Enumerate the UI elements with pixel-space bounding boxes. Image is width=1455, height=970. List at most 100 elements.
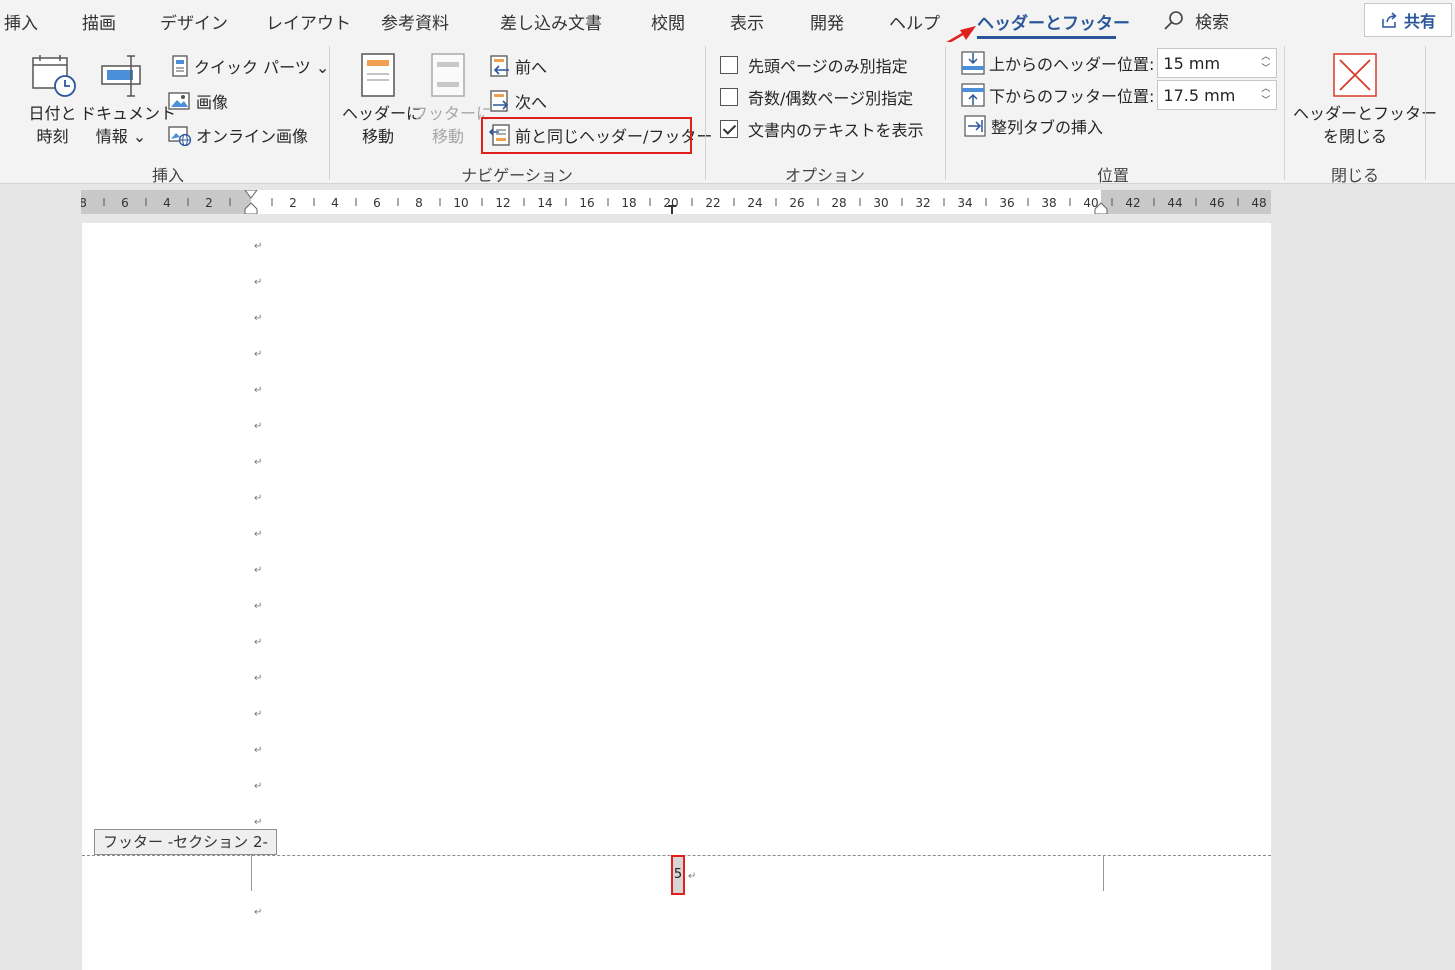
search-icon — [1164, 10, 1183, 30]
ruler-label: 6 — [121, 196, 129, 210]
footer-section-label: フッター -セクション 2- — [94, 829, 277, 855]
odd-even-different-option[interactable]: 奇数/偶数ページ別指定 — [720, 85, 913, 109]
ruler-label: 46 — [1209, 196, 1224, 210]
online-image-button[interactable]: オンライン画像 — [168, 123, 308, 147]
go-to-header-label-1: ヘッダーに — [342, 104, 423, 123]
paragraph-mark: ↵ — [254, 421, 263, 432]
header-from-top-spinner[interactable]: ︿ ﹀ — [1157, 48, 1278, 78]
paragraph-mark: ↵ — [254, 781, 263, 792]
tab-search[interactable]: 検索 — [1163, 8, 1229, 33]
link-to-previous-button[interactable]: 前と同じヘッダー/フッター — [489, 123, 712, 147]
previous-button[interactable]: 前へ — [489, 54, 547, 78]
tab-references[interactable]: 参考資料 — [381, 9, 449, 34]
go-to-footer-button[interactable]: フッターに 移動 — [412, 52, 492, 148]
go-to-footer-icon — [431, 53, 465, 97]
first-page-different-option[interactable]: 先頭ページのみ別指定 — [720, 53, 908, 77]
tab-layout[interactable]: レイアウト — [266, 9, 351, 34]
tab-insert[interactable]: 挿入 — [4, 9, 38, 34]
paragraph-mark: ↵ — [254, 241, 263, 252]
tab-draw[interactable]: 描画 — [82, 9, 116, 34]
ruler-scale: 8 6 4 2 2 4 6 8 10 12 14 16 18 20 22 24 26 28 30 32 34 36 38 40… — [81, 190, 1267, 214]
first-line-indent-marker[interactable] — [244, 190, 258, 199]
ruler-label: 14 — [537, 196, 552, 210]
document-page[interactable]: ↵ ↵ ↵ ↵ ↵ ↵ ↵ ↵ ↵ ↵ ↵ ↵ ↵ ↵ ↵ ↵ ↵ フッター -セクション 2- 5 ↵ ↵ — [82, 223, 1271, 970]
link-to-previous-label: 前と同じヘッダー/フッター — [515, 127, 713, 146]
ruler-label: 30 — [873, 196, 888, 210]
alignment-tab-icon — [964, 115, 986, 137]
tab-design[interactable]: デザイン — [160, 9, 228, 34]
ruler-label: 36 — [999, 196, 1014, 210]
show-document-text-checkbox[interactable] — [720, 120, 738, 138]
ruler-label: 26 — [789, 196, 804, 210]
go-to-header-label-2: 移動 — [361, 127, 394, 146]
first-page-different-label: 先頭ページのみ別指定 — [748, 57, 908, 76]
footer-left-corner-mark — [251, 855, 252, 891]
ruler-label: 2 — [289, 196, 297, 210]
document-info-label-2: 情報 ⌄ — [95, 127, 147, 146]
date-time-button[interactable]: 日付と 時刻 — [25, 52, 80, 148]
group-separator — [1425, 46, 1426, 180]
tab-mailings[interactable]: 差し込み文書 — [500, 9, 602, 34]
calendar-clock-icon — [31, 55, 76, 97]
horizontal-ruler[interactable]: 8 6 4 2 2 4 6 8 10 12 14 16 18 20 22 24 26 28 30 32 34 36 38 40… — [81, 190, 1271, 214]
quick-parts-label: クイック パーツ ⌄ — [194, 58, 330, 77]
spin-up-icon[interactable]: ︿ — [1261, 84, 1270, 94]
ribbon-tab-bar: 挿入 描画 デザイン レイアウト 参考資料 差し込み文書 校閲 表示 開発 ヘル… — [0, 0, 1455, 42]
share-button[interactable]: 共有 — [1364, 3, 1452, 37]
paragraph-mark: ↵ — [254, 277, 263, 288]
go-to-header-icon — [361, 53, 395, 97]
footer-from-bottom-row: 下からのフッター位置: ︿ ﹀ — [960, 80, 1278, 110]
next-button[interactable]: 次へ — [489, 89, 547, 113]
odd-even-different-checkbox[interactable] — [720, 88, 738, 106]
previous-label: 前へ — [515, 58, 548, 77]
ruler-label: 2 — [205, 196, 213, 210]
footer-right-corner-mark — [1103, 855, 1104, 891]
previous-section-icon — [490, 55, 509, 77]
show-document-text-label: 文書内のテキストを表示 — [748, 121, 924, 140]
spin-down-icon[interactable]: ﹀ — [1261, 96, 1270, 106]
image-label: 画像 — [196, 93, 229, 112]
quick-parts-button[interactable]: クイック パーツ ⌄ — [170, 54, 329, 78]
go-to-header-button[interactable]: ヘッダーに 移動 — [342, 52, 423, 148]
tab-developer[interactable]: 開発 — [810, 9, 844, 34]
paragraph-mark: ↵ — [254, 601, 263, 612]
document-info-label-1: ドキュメント — [80, 104, 177, 123]
group-separator — [329, 46, 330, 180]
header-from-top-row: 上からのヘッダー位置: ︿ ﹀ — [960, 48, 1278, 78]
ruler-label: 6 — [373, 196, 381, 210]
footer-from-bottom-input[interactable] — [1158, 81, 1254, 109]
ruler-label: 8 — [415, 196, 423, 210]
online-image-icon — [168, 126, 192, 146]
ruler-label: 18 — [621, 196, 636, 210]
footer-from-bottom-spinner[interactable]: ︿ ﹀ — [1157, 80, 1278, 110]
footer-from-bottom-label: 下からのフッター位置: — [989, 87, 1155, 106]
paragraph-mark: ↵ — [254, 385, 263, 396]
quick-parts-icon — [172, 55, 188, 77]
page-number-field[interactable]: 5 — [671, 855, 685, 895]
tab-review[interactable]: 校閲 — [651, 9, 685, 34]
close-header-footer-button[interactable]: ヘッダーとフッター を閉じる — [1293, 52, 1437, 148]
share-icon — [1382, 12, 1397, 28]
hanging-indent-marker[interactable] — [244, 202, 258, 214]
footer-position-icon — [961, 83, 985, 107]
show-document-text-option[interactable]: 文書内のテキストを表示 — [720, 117, 924, 141]
paragraph-mark: ↵ — [254, 313, 263, 324]
paragraph-mark: ↵ — [254, 745, 263, 756]
ruler-label: 16 — [579, 196, 594, 210]
ruler-label: 48 — [1251, 196, 1266, 210]
ruler-label: 4 — [163, 196, 171, 210]
document-info-button[interactable]: ドキュメント 情報 ⌄ — [80, 52, 177, 148]
image-button[interactable]: 画像 — [168, 89, 228, 113]
tab-header-footer[interactable]: ヘッダーとフッター — [977, 9, 1130, 34]
first-page-different-checkbox[interactable] — [720, 56, 738, 74]
header-from-top-input[interactable] — [1158, 49, 1254, 77]
date-time-label-2: 時刻 — [36, 127, 69, 146]
paragraph-mark: ↵ — [254, 349, 263, 360]
paragraph-mark: ↵ — [254, 817, 263, 828]
insert-alignment-tab-button[interactable]: 整列タブの挿入 — [963, 114, 1103, 138]
ruler-label: 12 — [495, 196, 510, 210]
tab-view[interactable]: 表示 — [730, 9, 764, 34]
ruler-label: 8 — [81, 196, 87, 210]
spin-up-icon[interactable]: ︿ — [1261, 52, 1270, 62]
spin-down-icon[interactable]: ﹀ — [1261, 64, 1270, 74]
